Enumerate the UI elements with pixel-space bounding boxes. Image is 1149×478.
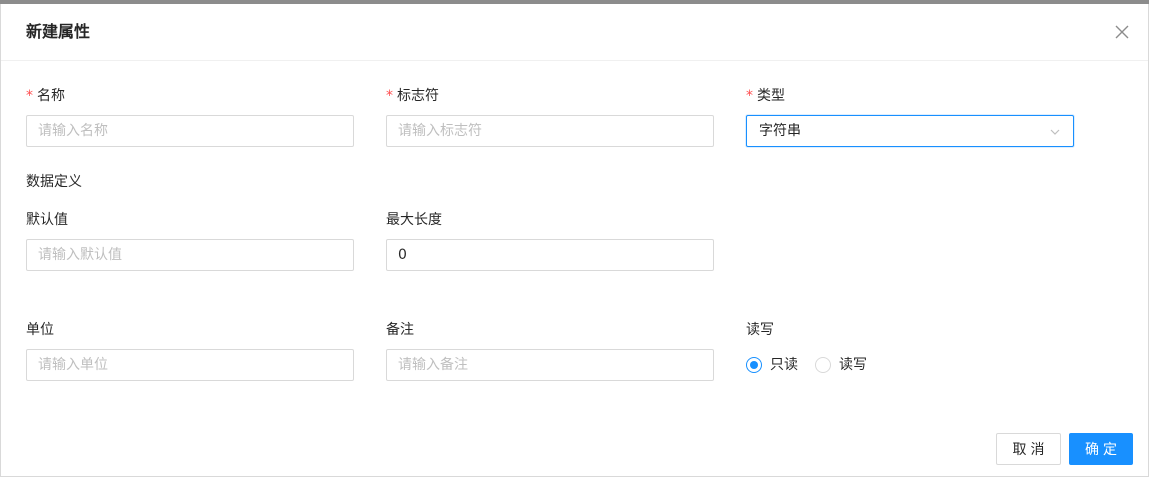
identifier-input[interactable]: [386, 115, 714, 147]
default-value-label: 默认值: [26, 212, 68, 228]
chevron-down-icon: [1050, 129, 1060, 135]
max-length-input[interactable]: [386, 239, 714, 271]
dialog-title: 新建属性: [26, 22, 91, 41]
radio-read-only-circle[interactable]: [746, 357, 762, 373]
identifier-label: * 标志符: [386, 88, 439, 104]
remark-input[interactable]: [386, 349, 714, 381]
radio-read-only[interactable]: 只读: [746, 355, 798, 375]
unit-label: 单位: [26, 322, 54, 338]
radio-read-write-label: 读写: [839, 357, 867, 373]
radio-read-write-circle[interactable]: [815, 357, 831, 373]
type-select-value: 字符串: [759, 123, 801, 139]
required-mark: *: [746, 88, 753, 104]
new-property-dialog: 新建属性 *名称 *标志符 *类型 字符串 数据定义 默认值 最大长度 单位 备…: [0, 4, 1149, 477]
data-definition-section-title: 数据定义: [26, 174, 82, 190]
name-label: * 名称: [26, 88, 65, 104]
required-mark: *: [26, 88, 33, 104]
default-value-input[interactable]: [26, 239, 354, 271]
dialog-header: 新建属性: [1, 4, 1148, 61]
close-button[interactable]: [1112, 22, 1132, 42]
remark-label: 备注: [386, 322, 414, 338]
required-mark: *: [386, 88, 393, 104]
name-input[interactable]: [26, 115, 354, 147]
type-label: * 类型: [746, 88, 785, 104]
read-write-label: 读写: [746, 322, 774, 338]
radio-read-only-label: 只读: [770, 357, 798, 373]
close-icon: [1115, 25, 1129, 39]
type-select[interactable]: 字符串: [746, 115, 1074, 147]
radio-read-write[interactable]: 读写: [815, 355, 867, 375]
max-length-label: 最大长度: [386, 212, 442, 228]
cancel-button[interactable]: 取消: [996, 433, 1061, 465]
confirm-button[interactable]: 确定: [1069, 433, 1133, 465]
unit-input[interactable]: [26, 349, 354, 381]
